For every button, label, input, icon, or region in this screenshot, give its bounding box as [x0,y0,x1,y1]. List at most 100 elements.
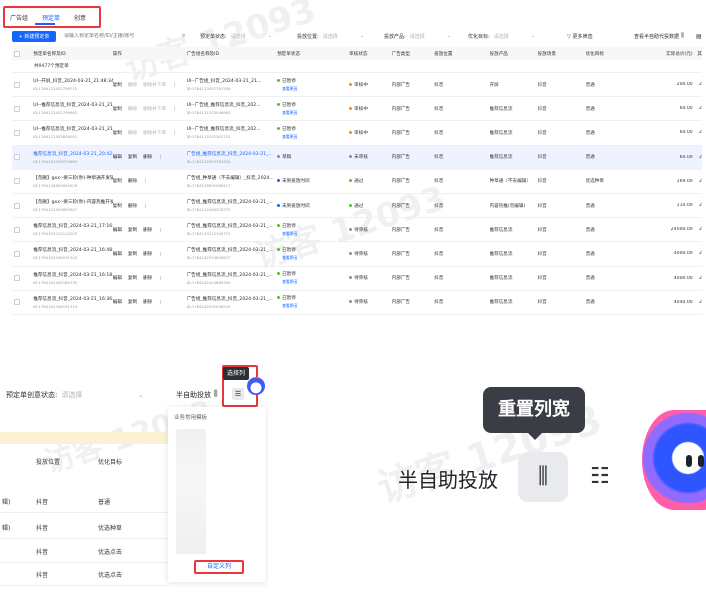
row-action-link[interactable]: 编辑 [113,228,122,233]
view-reason-link[interactable]: 查看原因 [277,110,349,116]
row-action-link[interactable]: 删除 [143,300,152,305]
new-booking-button[interactable]: + 新建预定单 [12,30,56,42]
row-checkbox[interactable] [13,250,20,257]
search-icon[interactable]: ⌕ [182,32,202,40]
view-reason-link[interactable]: 查看原因 [277,86,349,92]
row-checkbox[interactable] [13,105,20,112]
more-actions-icon[interactable]: ⋮ [158,252,163,257]
ad-group-name[interactable]: UI--广告组_推荐信息流_抖音_202... [187,126,278,132]
row-checkbox[interactable] [13,275,20,282]
filter-optimization-goal[interactable]: 优化目标: 请选择 ⌄ [468,33,535,40]
table-row[interactable]: 推荐信息流_抖音_2024-03-21_16:36:1... ID:1784102… [12,291,702,315]
view-reason-link[interactable]: 查看原因 [277,303,349,309]
view-semi-auto-data-link[interactable]: 查看半自助代投数据 [634,33,679,40]
more-actions-icon[interactable]: ⋮ [158,276,163,281]
table-row[interactable]: 【勿删】gxx--要三轮(秒)-种草通开发辅助 ID:17841268936452… [12,170,702,194]
more-filter-button[interactable]: ▽ 更多筛选 [567,33,592,40]
row-checkbox[interactable] [13,226,20,233]
booking-name-link[interactable]: 推荐信息流_抖音_2024-03-21_16:48:0... [33,247,112,253]
row-action-link[interactable]: 复制 [128,276,137,281]
table-row[interactable]: 【勿删】gxx--要三轮(秒)-内容热推开发辅助 ID:1784124429893… [12,194,702,219]
row-action-link[interactable]: 删除 [143,155,152,160]
table-row[interactable]: 推荐信息流_抖音_2024-03-21_16:18:01 ID:178410244… [12,267,702,291]
row-action-link[interactable]: 复制 [128,300,137,305]
booking-name-link[interactable]: 【勿删】gxx--要三轮(秒)-内容热推开发辅助 [33,199,112,205]
table-row[interactable]: UI--推荐信息流_抖音_2024-03-21_21:0... ID:178412… [12,97,702,122]
row-checkbox[interactable] [13,299,20,306]
ad-group-name[interactable]: 广告组_种草通（不去编辑）_抖音_2024... [187,175,278,181]
row-action-link[interactable]: 编辑 [113,300,122,305]
more-actions-icon[interactable]: ⋮ [143,179,148,184]
filter-placement[interactable]: 投放位置: 请选择 ⌄ [297,33,364,40]
booking-name-link[interactable]: 【勿删】gxx--要三轮(秒)-种草通开发辅助 [33,175,112,181]
ad-group-name[interactable]: 广告组_推荐信息流_抖音_2024-03-21_... [187,199,278,205]
creative-status-filter[interactable]: 预定单创意状态: 请选择 ⌄ [6,390,143,400]
assistant-mascot-icon[interactable] [642,410,706,510]
booking-name-link[interactable]: 推荐信息流_抖音_2024-03-21_20:42:32 [33,151,112,157]
row-action-link[interactable]: 删除 [143,276,152,281]
custom-columns-button[interactable]: 自定义列 [194,560,244,574]
row-action-link[interactable]: 复制 [113,204,122,209]
search-input[interactable] [64,33,184,39]
view-reason-link[interactable]: 查看原因 [277,255,349,261]
more-actions-icon[interactable]: ⋮ [172,107,177,112]
ad-group-name[interactable]: 广告组_推荐信息流_抖音_2024-03-21_... [187,151,278,157]
row-action-link[interactable]: 编辑 [113,155,122,160]
row-action-link[interactable]: 删除 [128,107,137,112]
row-action-link[interactable]: 删除 [143,228,152,233]
row-checkbox[interactable] [13,129,20,136]
view-reason-link[interactable]: 查看原因 [277,231,349,237]
ad-group-name[interactable]: 广告组_推荐信息流_抖音_2024-03-21_... [187,296,278,302]
row-action-link[interactable]: 复制 [128,228,137,233]
row-action-link[interactable]: 复制 [128,155,137,160]
column-settings-icon[interactable]: ▤ [696,33,702,40]
column-width-icon[interactable]: ⫼ [518,452,568,502]
booking-name-link[interactable]: UI--推荐信息流_抖音_2024-03-21_21:0... [33,102,112,108]
row-action-link[interactable]: 删除并下单 [143,131,166,136]
row-action-link[interactable]: 复制 [113,107,122,112]
ad-group-name[interactable]: UI--广告组_抖音_2024-03-21_21... [187,78,278,84]
ad-group-name[interactable]: 广告组_推荐信息流_抖音_2024-03-21_... [187,247,278,253]
column-width-icon[interactable]: ⫼ [214,389,218,399]
table-row[interactable]: 推荐信息流_抖音_2024-03-21_20:42:32 ID:178410202… [12,145,702,170]
more-actions-icon[interactable]: ⋮ [158,300,163,305]
row-action-link[interactable]: 删除并下单 [143,83,166,88]
row-checkbox[interactable] [13,178,20,185]
row-action-link[interactable]: 删除 [128,83,137,88]
booking-name-link[interactable]: 推荐信息流_抖音_2024-03-21_16:18:01 [33,272,112,278]
booking-name-link[interactable]: UI--开屏_抖音_2024-03-21_21:48:34 [33,78,112,84]
view-reason-link[interactable]: 查看原因 [277,279,349,285]
row-action-link[interactable]: 复制 [113,83,122,88]
more-actions-icon[interactable]: ⋮ [158,155,163,160]
row-action-link[interactable]: 复制 [128,252,137,257]
more-actions-icon[interactable]: ⋮ [172,131,177,136]
row-checkbox[interactable] [13,202,20,209]
row-action-link[interactable]: 复制 [113,131,122,136]
ad-group-name[interactable]: 广告组_推荐信息流_抖音_2024-03-21_... [187,223,278,229]
row-action-link[interactable]: 删除并下单 [143,107,166,112]
booking-name-link[interactable]: 推荐信息流_抖音_2024-03-21_17:16:36 [33,223,112,229]
more-actions-icon[interactable]: ⋮ [158,228,163,233]
ad-group-name[interactable]: UI--广告组_推荐信息流_抖音_202... [187,102,278,108]
row-action-link[interactable]: 编辑 [113,252,122,257]
view-reason-link[interactable]: 查看原因 [277,134,349,140]
more-actions-icon[interactable]: ⋮ [143,204,148,209]
column-width-icon[interactable]: ⫼ [681,32,684,40]
row-action-link[interactable]: 复制 [113,179,122,184]
table-row[interactable]: UI--开屏_抖音_2024-03-21_21:48:34 ID:17841234… [12,73,702,98]
table-row[interactable]: 推荐信息流_抖音_2024-03-21_17:16:36 ID:178410321… [12,218,702,243]
more-actions-icon[interactable]: ⋮ [172,83,177,88]
row-checkbox[interactable] [13,154,20,161]
row-action-link[interactable]: 删除 [128,131,137,136]
row-action-link[interactable]: 删除 [143,252,152,257]
booking-name-link[interactable]: UI--推荐信息流_抖音_2024-03-21_21:2... [33,126,112,132]
booking-name-link[interactable]: 推荐信息流_抖音_2024-03-21_16:36:1... [33,296,112,302]
table-row[interactable]: 推荐信息流_抖音_2024-03-21_16:48:0... ID:1784102… [12,242,702,267]
row-checkbox[interactable] [13,81,20,88]
select-all-checkbox[interactable] [13,50,20,57]
filter-product[interactable]: 投放产品: 请选择 ⌄ [384,33,451,40]
row-action-link[interactable]: 删除 [128,179,137,184]
ad-group-name[interactable]: 广告组_推荐信息流_抖音_2024-03-21_... [187,272,278,278]
column-settings-icon[interactable]: ☷ [590,464,610,489]
assistant-mascot-icon[interactable] [247,377,265,395]
